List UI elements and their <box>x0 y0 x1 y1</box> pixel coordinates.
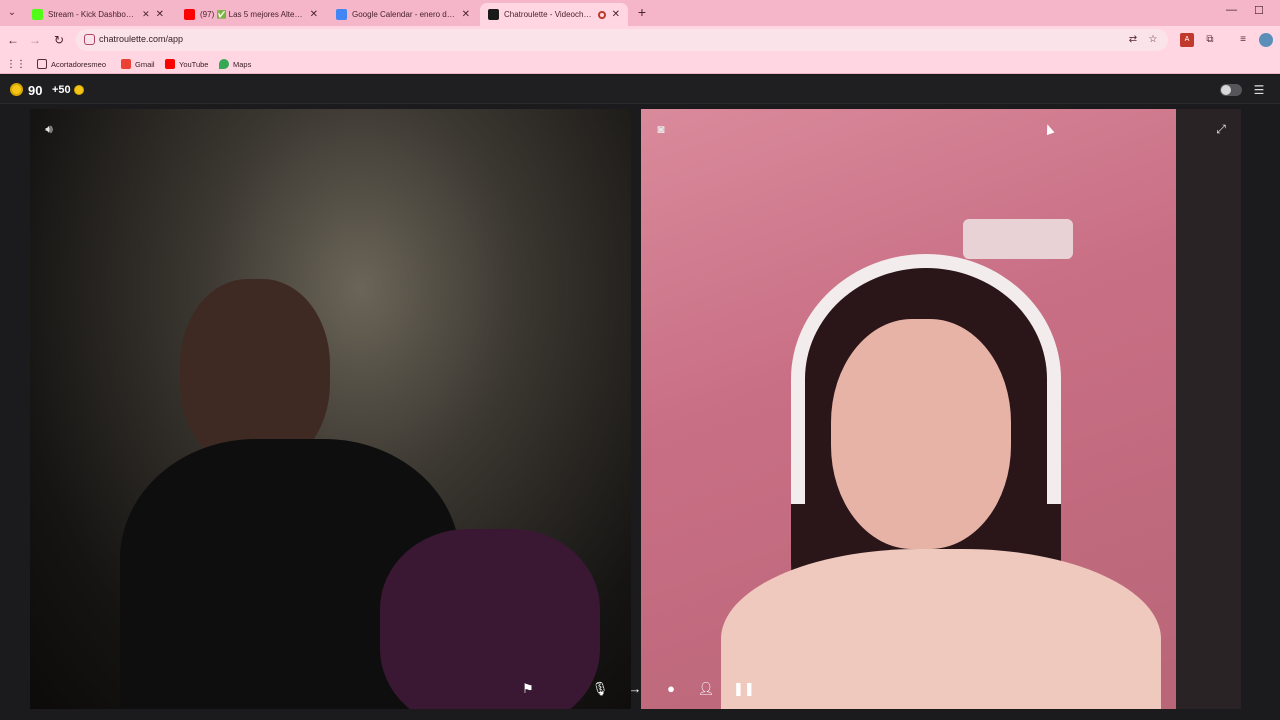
self-torso <box>721 549 1161 709</box>
theme-toggle[interactable] <box>1220 84 1242 96</box>
coin-icon <box>10 83 23 96</box>
bookmark-star-icon[interactable]: ☆ <box>1146 33 1160 47</box>
arrow-right-icon[interactable]: → <box>626 680 644 698</box>
apps-grid-icon[interactable]: ⋮⋮ <box>6 57 26 71</box>
reload-icon[interactable]: ↻ <box>51 32 67 48</box>
site-info-icon[interactable] <box>84 34 95 45</box>
media-queue-icon[interactable]: ≡ <box>1236 33 1250 47</box>
back-arrow-icon[interactable]: ← <box>5 32 21 48</box>
camera-switch-icon[interactable]: ◙ <box>652 120 670 138</box>
tab-search-chevron-icon[interactable]: ⌄ <box>4 5 20 21</box>
coin-bonus[interactable]: +50 <box>52 84 71 96</box>
coin-balance: 90 <box>28 83 43 98</box>
partner-video: 🔊︎ <box>30 109 631 709</box>
toggle-knob <box>1221 85 1231 95</box>
gmail-icon <box>121 59 131 69</box>
kick-favicon-icon <box>32 9 43 20</box>
close-tab-icon[interactable]: ✕ <box>156 9 164 20</box>
tab-google-calendar[interactable]: Google Calendar - enero de 20 ✕ <box>328 3 478 26</box>
tab-label: (97) ✅ Las 5 mejores Alternati <box>200 10 304 19</box>
minimize-icon[interactable]: — <box>1226 4 1237 16</box>
url-text[interactable]: chatroulette.com/app <box>99 34 183 44</box>
bookmark-maps[interactable]: Maps <box>219 57 251 71</box>
headphones <box>791 254 1061 504</box>
tab-label: Stream - Kick Dashboard <box>48 10 137 19</box>
chatroulette-favicon-icon <box>488 9 499 20</box>
extensions-puzzle-icon[interactable]: ⧉ <box>1203 33 1217 47</box>
address-bar[interactable]: chatroulette.com/app ⇄ ☆ <box>76 29 1168 51</box>
maximize-icon[interactable]: ☐ <box>1254 4 1264 17</box>
tab-label: Chatroulette - Videochat ale <box>504 10 594 19</box>
bookmark-gmail[interactable]: Gmail <box>121 57 155 71</box>
fullscreen-icon[interactable]: ⤢ <box>1212 120 1230 138</box>
profile-avatar-icon[interactable] <box>1259 33 1273 47</box>
forward-arrow-icon[interactable]: → <box>27 32 43 48</box>
pdf-extension-icon[interactable]: A <box>1180 33 1194 47</box>
youtube-favicon-icon <box>184 9 195 20</box>
maps-icon <box>219 59 229 69</box>
bookmark-acortadoresmeo[interactable]: Acortadoresmeo <box>37 57 106 71</box>
translate-icon[interactable]: ⇄ <box>1126 33 1140 47</box>
close-tab-icon[interactable]: ✕ <box>462 9 470 20</box>
bonus-coin-icon <box>74 85 84 95</box>
tab-kick-dashboard[interactable]: Stream - Kick Dashboard ✕ ✕ <box>24 3 172 26</box>
pause-icon[interactable]: ❚❚ <box>733 680 755 698</box>
recording-indicator-icon <box>597 10 606 19</box>
chat-bubble-icon[interactable]: ● <box>662 680 680 698</box>
speaker-volume-icon[interactable]: 🔊︎ <box>40 120 58 138</box>
microphone-icon[interactable]: 🎙︎ <box>591 680 609 698</box>
tab-chatroulette[interactable]: Chatroulette - Videochat ale ✕ <box>480 3 628 26</box>
wardrobe <box>1176 109 1241 709</box>
browser-toolbar: ← → ↻ chatroulette.com/app ⇄ ☆ A ⧉ ≡ <box>0 26 1280 54</box>
settings-sliders-icon[interactable]: ☰ <box>1252 83 1266 97</box>
close-tab-icon[interactable]: ✕ <box>612 9 620 20</box>
bookmarks-bar: ⋮⋮ Acortadoresmeo Gmail YouTube Maps <box>0 54 1280 74</box>
bookmark-label: Maps <box>233 59 252 69</box>
calendar-favicon-icon <box>336 9 347 20</box>
self-video: ◙ ⤢ <box>641 109 1241 709</box>
browser-tab-strip: ⌄ Stream - Kick Dashboard ✕ ✕ (97) ✅ Las… <box>0 0 1280 26</box>
wall-shelf <box>963 219 1073 259</box>
tab-label: Google Calendar - enero de 20 <box>352 10 456 19</box>
bookmark-label: Acortadoresmeo <box>51 59 107 69</box>
app-header: 90 +50 <box>0 76 1280 104</box>
tab-youtube-video[interactable]: (97) ✅ Las 5 mejores Alternati ✕ <box>176 3 326 26</box>
new-tab-icon[interactable]: + <box>634 4 650 20</box>
bookmark-label: Gmail <box>135 59 155 69</box>
bookmark-youtube[interactable]: YouTube <box>165 57 208 71</box>
close-tab-icon[interactable]: ✕ <box>310 9 318 20</box>
call-controls: ⚑ 🎙︎ → ● 👤︎ ❚❚ <box>510 670 764 708</box>
youtube-icon <box>165 59 175 69</box>
bookmark-label: YouTube <box>179 59 209 69</box>
flag-icon[interactable]: ⚑ <box>519 680 537 698</box>
folder-icon <box>37 59 47 69</box>
add-user-icon[interactable]: 👤︎ <box>697 680 715 698</box>
mute-tab-icon[interactable]: ✕ <box>142 9 150 20</box>
